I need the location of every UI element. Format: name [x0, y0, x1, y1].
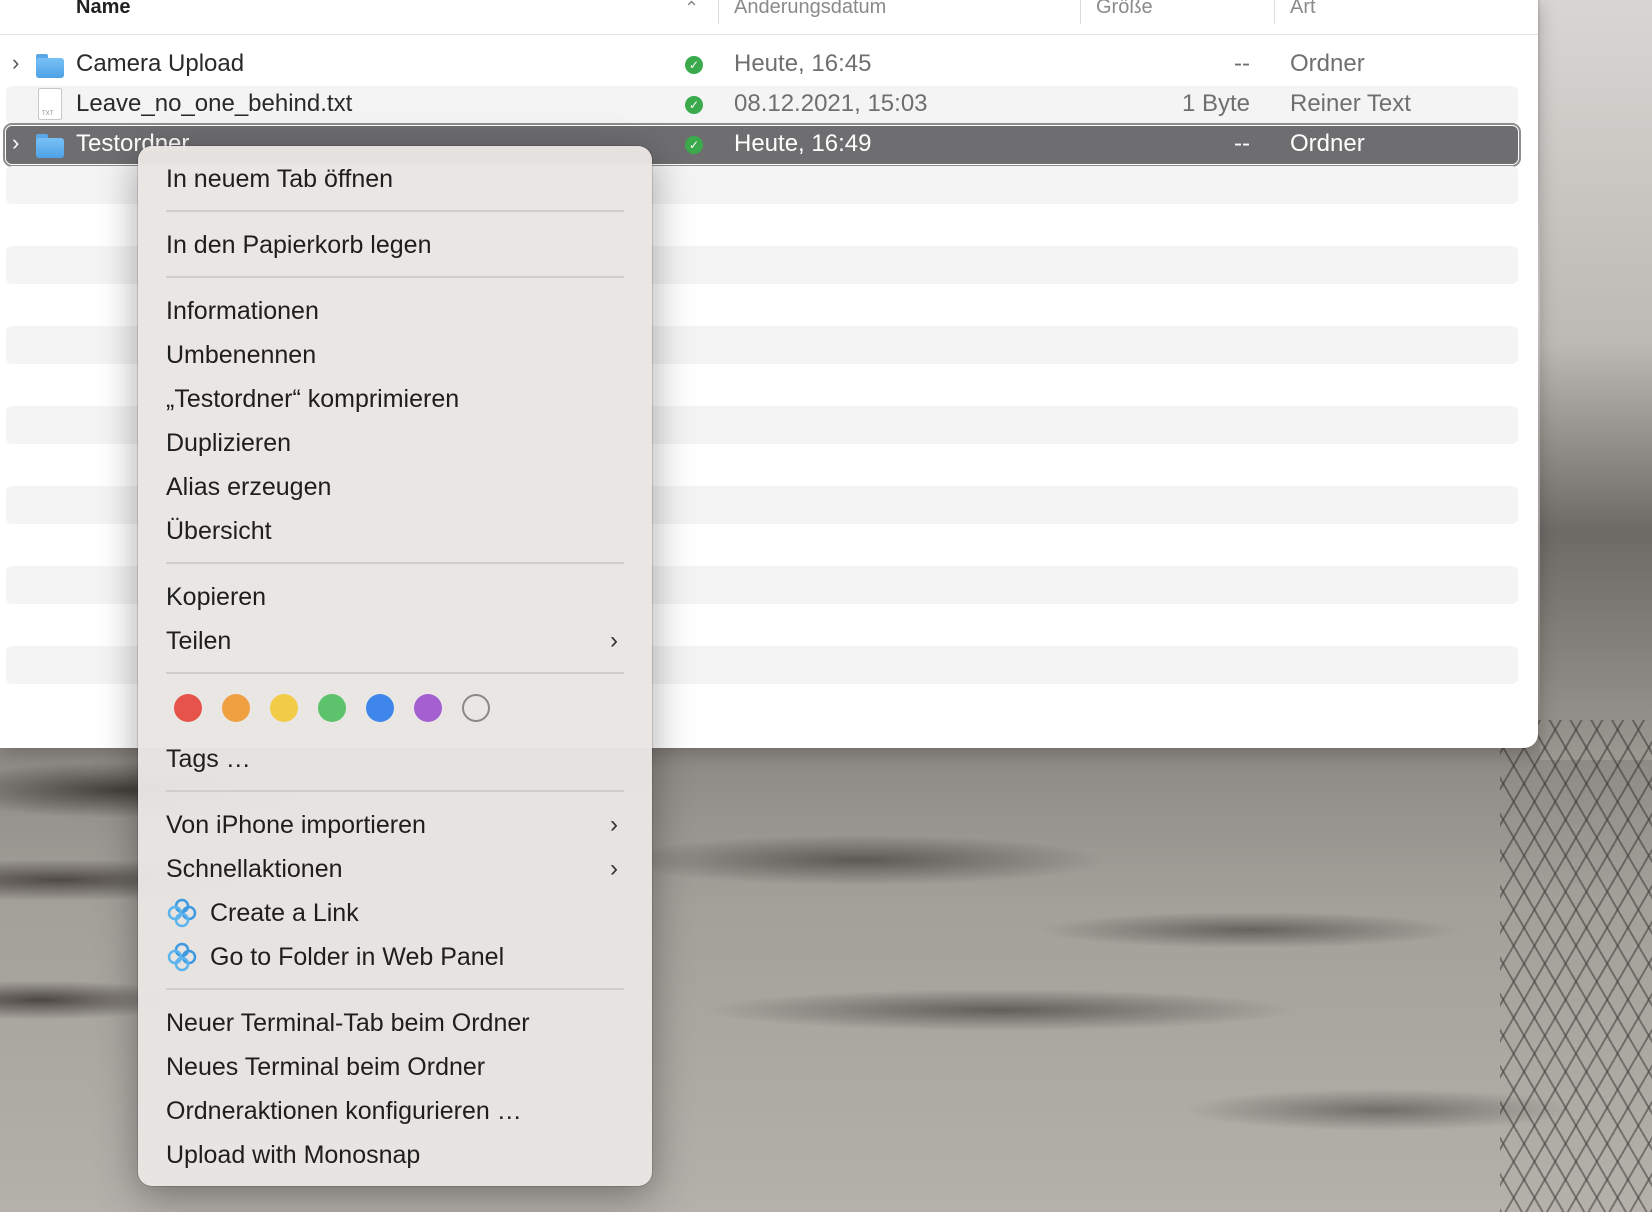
column-header: Name ⌃ Änderungsdatum Größe Art — [0, 0, 1538, 35]
link-service-icon — [167, 942, 197, 972]
sync-status-icon: ✓ — [685, 56, 703, 74]
folder-icon — [34, 130, 64, 160]
file-size: -- — [1234, 50, 1250, 77]
menu-item-tags[interactable]: Tags … — [166, 742, 251, 776]
menu-item-terminal-tab[interactable]: Neuer Terminal-Tab beim Ordner — [166, 1006, 530, 1040]
menu-item-make-alias[interactable]: Alias erzeugen — [166, 470, 331, 504]
menu-item-open-new-tab[interactable]: In neuem Tab öffnen — [166, 162, 393, 196]
menu-item-get-info[interactable]: Informationen — [166, 294, 319, 328]
menu-divider — [166, 562, 624, 564]
file-date: Heute, 16:49 — [734, 130, 872, 157]
menu-item-rename[interactable]: Umbenennen — [166, 338, 316, 372]
menu-item-copy[interactable]: Kopieren — [166, 580, 266, 614]
tag-yellow[interactable] — [270, 694, 298, 722]
menu-item-folder-actions[interactable]: Ordneraktionen konfigurieren … — [166, 1094, 522, 1128]
file-name: Camera Upload — [76, 50, 245, 77]
menu-item-web-panel[interactable]: Go to Folder in Web Panel — [166, 940, 624, 974]
folder-icon — [34, 50, 64, 80]
menu-divider — [166, 790, 624, 792]
menu-item-quick-actions[interactable]: Schnellaktionen › — [166, 852, 624, 886]
column-date[interactable]: Änderungsdatum — [734, 0, 886, 19]
menu-divider — [166, 672, 624, 674]
column-kind[interactable]: Art — [1290, 0, 1316, 19]
tag-purple[interactable] — [414, 694, 442, 722]
tag-green[interactable] — [318, 694, 346, 722]
file-kind: Ordner — [1290, 50, 1365, 77]
chevron-right-icon: › — [610, 855, 618, 882]
menu-item-label: Schnellaktionen — [166, 855, 343, 883]
sync-status-icon: ✓ — [685, 136, 703, 154]
menu-divider — [166, 276, 624, 278]
menu-item-new-terminal[interactable]: Neues Terminal beim Ordner — [166, 1050, 485, 1084]
column-name[interactable]: Name — [76, 0, 130, 19]
sync-status-icon: ✓ — [685, 96, 703, 114]
column-separator[interactable] — [1080, 0, 1081, 24]
tag-orange[interactable] — [222, 694, 250, 722]
menu-item-label: Go to Folder in Web Panel — [210, 943, 505, 971]
menu-item-move-to-trash[interactable]: In den Papierkorb legen — [166, 228, 431, 262]
link-service-icon — [167, 898, 197, 928]
column-separator[interactable] — [1274, 0, 1275, 24]
file-name: Leave_no_one_behind.txt — [76, 90, 353, 117]
menu-item-label: Teilen — [166, 627, 232, 655]
chevron-right-icon: › — [610, 811, 618, 838]
menu-item-label: Von iPhone importieren — [166, 811, 426, 839]
menu-item-quick-look[interactable]: Übersicht — [166, 514, 272, 548]
tag-blue[interactable] — [366, 694, 394, 722]
menu-item-duplicate[interactable]: Duplizieren — [166, 426, 291, 460]
menu-item-compress[interactable]: „Testordner“ komprimieren — [166, 382, 459, 416]
file-row-camera-upload[interactable]: › Camera Upload ✓ Heute, 16:45 -- Ordner — [6, 46, 1518, 84]
menu-divider — [166, 210, 624, 212]
tag-gray[interactable] — [462, 694, 490, 722]
file-kind: Ordner — [1290, 130, 1365, 157]
menu-item-upload-monosnap[interactable]: Upload with Monosnap — [166, 1138, 420, 1172]
wallpaper-fishing-net — [1500, 720, 1652, 1212]
disclosure-chevron-icon[interactable]: › — [12, 50, 19, 76]
menu-item-import-from-iphone[interactable]: Von iPhone importieren › — [166, 808, 624, 842]
column-separator[interactable] — [718, 0, 719, 24]
file-size: -- — [1234, 130, 1250, 157]
tag-red[interactable] — [174, 694, 202, 722]
menu-item-create-link[interactable]: Create a Link — [166, 896, 624, 930]
menu-item-label: Create a Link — [210, 899, 359, 927]
wallpaper-sea — [1540, 0, 1652, 760]
file-date: Heute, 16:45 — [734, 50, 872, 77]
file-size: 1 Byte — [1181, 90, 1250, 117]
menu-divider — [166, 988, 624, 990]
chevron-right-icon: › — [610, 627, 618, 654]
menu-item-share[interactable]: Teilen › — [166, 624, 624, 658]
sort-ascending-icon[interactable]: ⌃ — [684, 0, 699, 19]
text-file-icon: TXT — [38, 88, 62, 120]
file-row-leave-no-one-behind[interactable]: TXT Leave_no_one_behind.txt ✓ 08.12.2021… — [6, 86, 1518, 124]
file-date: 08.12.2021, 15:03 — [734, 90, 928, 117]
file-kind: Reiner Text — [1290, 90, 1411, 117]
column-size[interactable]: Größe — [1096, 0, 1153, 19]
disclosure-chevron-icon[interactable]: › — [12, 130, 19, 156]
context-menu: In neuem Tab öffnen In den Papierkorb le… — [138, 146, 652, 1186]
